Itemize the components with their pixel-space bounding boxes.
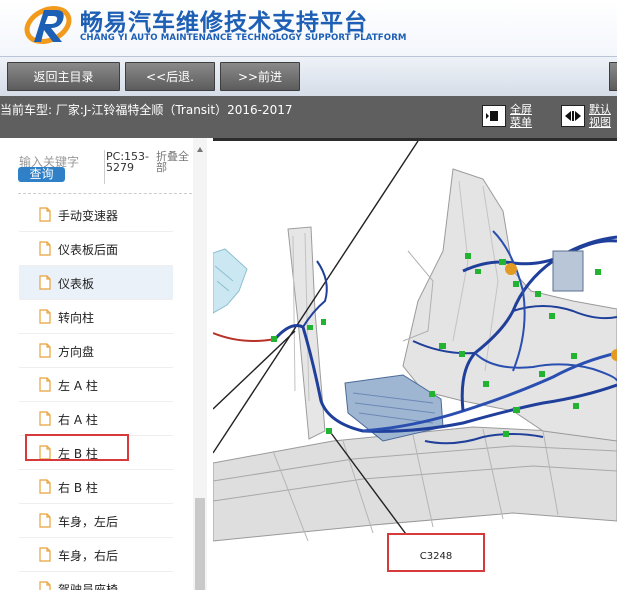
tree-item[interactable]: 手动变速器: [19, 198, 173, 232]
document-icon: [39, 309, 51, 324]
tree-item-label[interactable]: 车身，左后: [58, 513, 118, 530]
tree-item[interactable]: 转向柱: [19, 300, 173, 334]
tree-item-label[interactable]: 右 A 柱: [58, 411, 98, 428]
document-icon: [39, 343, 51, 358]
document-icon: [39, 479, 51, 494]
query-button[interactable]: 查询: [18, 167, 65, 182]
fullscreen-label-1[interactable]: 全屏: [510, 103, 532, 116]
tree-item[interactable]: 车身，左后: [19, 504, 173, 538]
brand-title: 畅易汽车维修技术支持平台: [80, 10, 368, 36]
tree-item-label[interactable]: 仪表板后面: [58, 241, 118, 258]
connector-label: C3248: [419, 551, 453, 562]
tree-item[interactable]: 方向盘: [19, 334, 173, 368]
default-view-icon[interactable]: [561, 105, 585, 127]
document-icon: [39, 377, 51, 392]
document-icon: [39, 581, 51, 590]
logo-icon: [24, 6, 72, 44]
tree-item-label[interactable]: 手动变速器: [58, 207, 118, 224]
back-button[interactable]: <<后退.: [125, 62, 215, 91]
search-divider: [104, 150, 105, 184]
tree-item-label[interactable]: 仪表板: [58, 275, 94, 292]
home-button[interactable]: 返回主目录: [7, 62, 120, 91]
app-header: 畅易汽车维修技术支持平台 CHANG YI AUTO MAINTENANCE T…: [0, 0, 617, 56]
fullscreen-icon[interactable]: [482, 105, 506, 127]
collapse-all-button[interactable]: 折叠全部: [156, 151, 194, 173]
sidebar: 输入关键字 查询 PC:153-5279 折叠全部 手动变速器 仪表板后面 仪表板转…: [0, 138, 207, 590]
tree-item[interactable]: 仪表板: [19, 266, 173, 300]
document-icon: [39, 241, 51, 256]
document-icon: [39, 207, 51, 222]
tree-item-label[interactable]: 方向盘: [58, 343, 94, 360]
tree-list: 手动变速器 仪表板后面 仪表板 转向柱 方向盘左 A 柱右 A 柱左 B 柱右 B 柱车…: [19, 198, 173, 590]
extra-toolbar-button[interactable]: [609, 62, 617, 91]
tree-item[interactable]: 右 A 柱: [19, 402, 173, 436]
document-icon: [39, 513, 51, 528]
fullscreen-label-2[interactable]: 菜单: [510, 116, 532, 129]
tree-item-label[interactable]: 左 A 柱: [58, 377, 98, 394]
wiring-diagram-image: [213, 141, 617, 554]
tree-item[interactable]: 左 A 柱: [19, 368, 173, 402]
document-icon: [39, 547, 51, 562]
document-icon: [39, 275, 51, 290]
wiring-diagram[interactable]: [213, 138, 617, 590]
current-vehicle-text: 当前车型: 厂家:J-江铃福特全顺（Transit）2016-2017: [0, 103, 293, 117]
tree-item[interactable]: 驾驶员座椅: [19, 572, 173, 590]
forward-button[interactable]: >>前进: [220, 62, 300, 91]
tree-item-label[interactable]: 右 B 柱: [58, 479, 98, 496]
tree-item-label[interactable]: 转向柱: [58, 309, 94, 326]
tree-item-label[interactable]: 车身，右后: [58, 547, 118, 564]
brand-subtitle: CHANG YI AUTO MAINTENANCE TECHNOLOGY SUP…: [80, 33, 407, 43]
tree-item[interactable]: 仪表板后面: [19, 232, 173, 266]
default-view-label-2[interactable]: 视图: [589, 116, 611, 129]
tree-item[interactable]: 右 B 柱: [19, 470, 173, 504]
document-icon: [39, 411, 51, 426]
tree-item[interactable]: 车身，右后: [19, 538, 173, 572]
scroll-up-arrow-icon[interactable]: [197, 147, 203, 152]
tree-item-label[interactable]: 驾驶员座椅: [58, 581, 118, 590]
highlight-box-left-b-pillar: [25, 434, 129, 461]
toolbar: 返回主目录 <<后退. >>前进: [0, 56, 617, 96]
vehicle-info-bar: 当前车型: 厂家:J-江铃福特全顺（Transit）2016-2017 全屏 菜…: [0, 96, 617, 138]
pc-code-text: PC:153-5279: [106, 150, 149, 174]
default-view-label-1[interactable]: 默认: [589, 103, 611, 116]
scrollbar-thumb[interactable]: [195, 498, 205, 590]
connector-callout-box: C3248: [387, 533, 485, 572]
sidebar-divider: [18, 193, 192, 194]
